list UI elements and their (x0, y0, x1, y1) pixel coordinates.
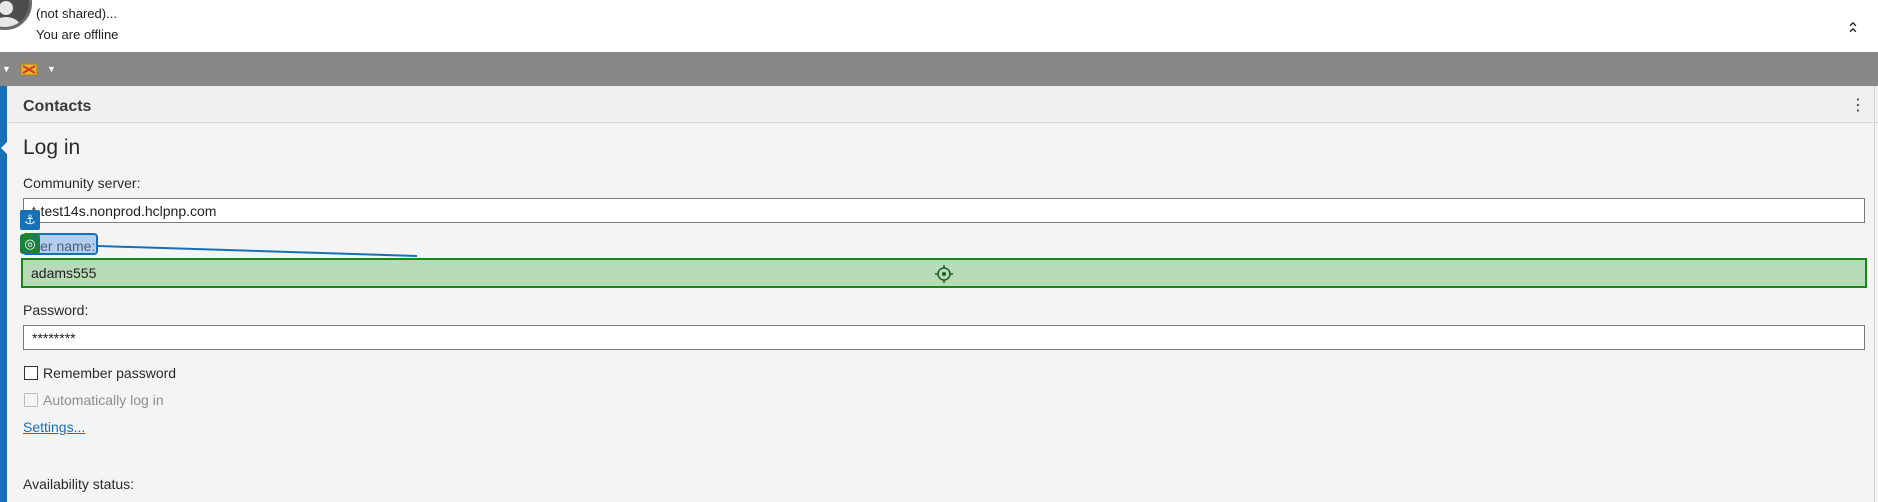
target-icon (935, 265, 953, 283)
anchor-icon[interactable]: ⚓ (20, 210, 40, 230)
target-ring-icon[interactable]: ◎ (20, 234, 40, 254)
connector-line (97, 245, 418, 257)
